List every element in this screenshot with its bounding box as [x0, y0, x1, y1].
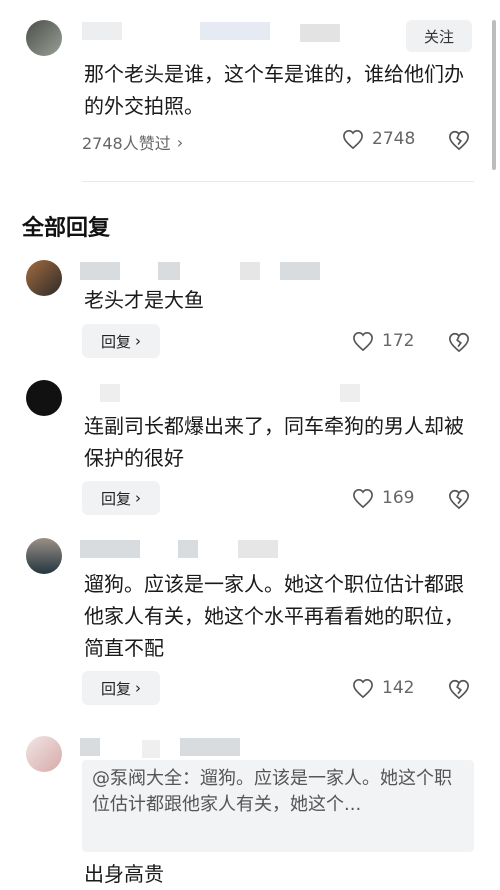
reply-button[interactable]: 回复 › [82, 671, 160, 705]
reply-text: 老头才是大鱼 [84, 288, 204, 312]
username-redacted [142, 740, 160, 758]
liked-by-link[interactable]: 2748人赞过 › [82, 130, 183, 154]
like-count: 142 [382, 678, 415, 698]
dislike-icon[interactable] [448, 678, 470, 700]
reply-text: 遛狗。应该是一家人。她这个职位估计都跟他家人有关，她这个水平再看看她的职位，简直… [84, 572, 464, 660]
username-redacted [280, 262, 320, 280]
reply-label: 回复 [100, 332, 131, 351]
avatar[interactable] [26, 538, 62, 574]
username-redacted [180, 738, 240, 756]
reply-label: 回复 [100, 489, 131, 508]
like-count: 172 [382, 331, 415, 351]
avatar[interactable] [26, 380, 62, 416]
chevron-right-icon: › [135, 679, 141, 697]
username-redacted [300, 24, 340, 42]
heart-icon [353, 331, 373, 351]
username-redacted [80, 262, 120, 280]
username-redacted [80, 738, 100, 756]
like-count: 169 [382, 488, 415, 508]
dislike-icon[interactable] [448, 488, 470, 510]
heart-icon [353, 678, 373, 698]
username-redacted [200, 22, 270, 40]
reply-text: 出身高贵 [84, 862, 164, 886]
username-redacted [82, 22, 122, 40]
username-redacted [240, 262, 260, 280]
quoted-reply[interactable]: @泵阀大全：遛狗。应该是一家人。她这个职位估计都跟他家人有关，她这个... [82, 760, 474, 852]
username-redacted [80, 540, 140, 558]
avatar[interactable] [26, 20, 62, 56]
chevron-right-icon: › [135, 332, 141, 350]
chevron-right-icon: › [176, 132, 184, 152]
divider [82, 181, 474, 182]
like-button[interactable]: 172 [352, 331, 414, 351]
username-redacted [178, 540, 198, 558]
avatar[interactable] [26, 736, 62, 772]
dislike-icon[interactable] [448, 129, 470, 151]
follow-button[interactable]: 关注 [406, 20, 472, 52]
liked-by-label: 2748人赞过 [82, 134, 171, 153]
username-redacted [340, 384, 360, 402]
username-redacted [100, 384, 120, 402]
reply-label: 回复 [100, 679, 131, 698]
reply-button[interactable]: 回复 › [82, 481, 160, 515]
like-button[interactable]: 2748 [342, 129, 415, 149]
like-button[interactable]: 169 [352, 488, 414, 508]
username-redacted [158, 262, 180, 280]
like-count: 2748 [372, 129, 416, 149]
avatar[interactable] [26, 260, 62, 296]
heart-icon [343, 129, 363, 149]
comment-text: 那个老头是谁，这个车是谁的，谁给他们办的外交拍照。 [84, 62, 464, 118]
scrollbar[interactable] [492, 20, 496, 170]
section-title: 全部回复 [22, 216, 111, 241]
dislike-icon[interactable] [448, 331, 470, 353]
heart-icon [353, 488, 373, 508]
reply-button[interactable]: 回复 › [82, 324, 160, 358]
like-button[interactable]: 142 [352, 678, 414, 698]
username-redacted [238, 540, 278, 558]
chevron-right-icon: › [135, 489, 141, 507]
reply-text: 连副司长都爆出来了，同车牵狗的男人却被保护的很好 [84, 414, 464, 470]
